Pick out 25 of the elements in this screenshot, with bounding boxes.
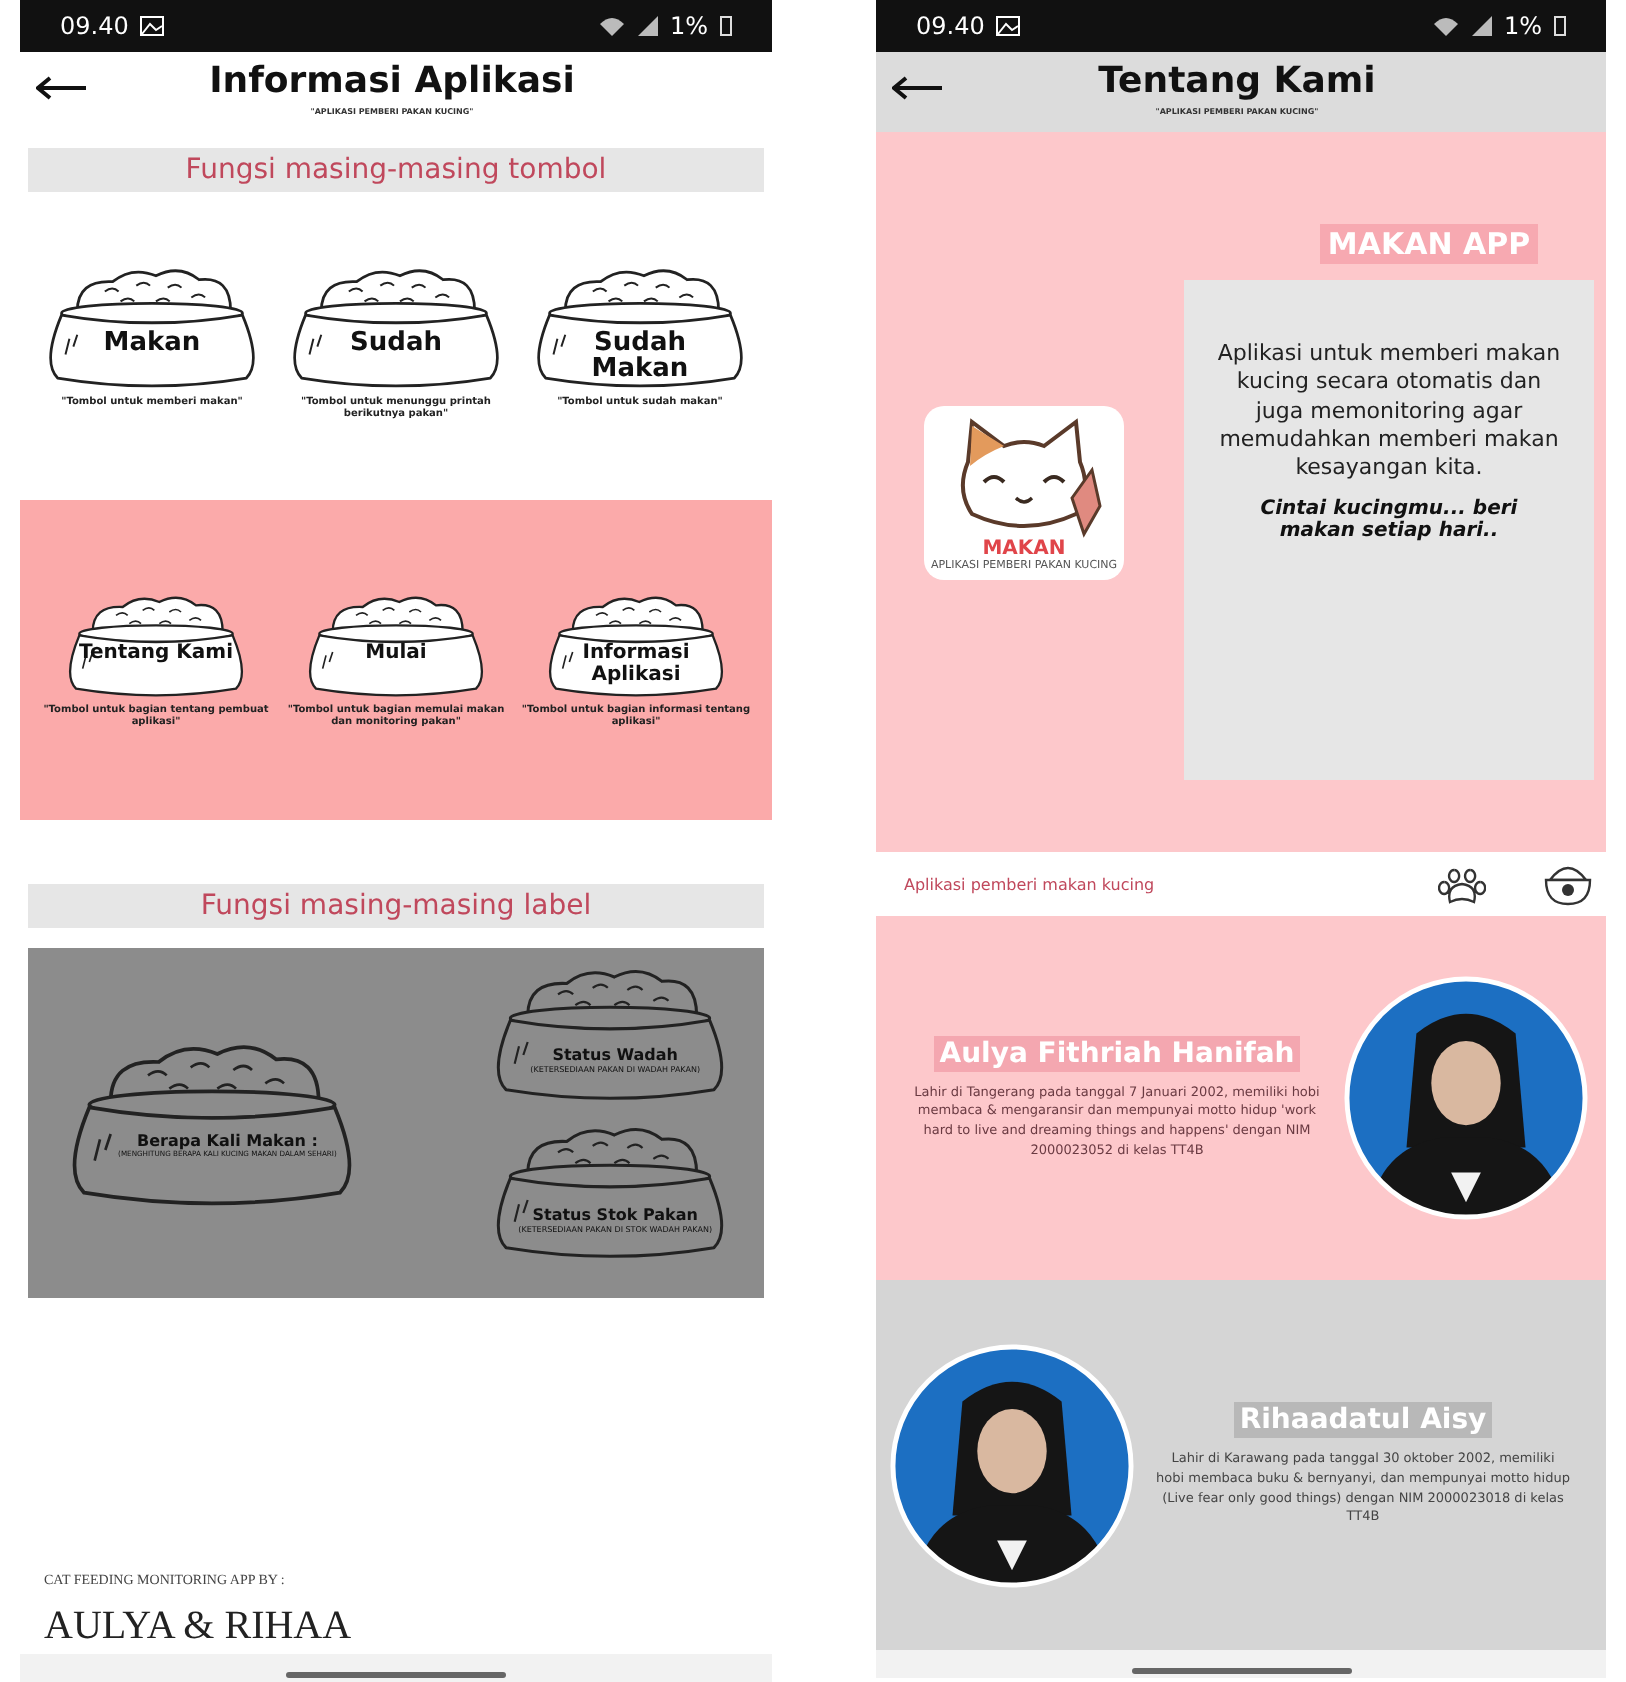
app-heading: MAKAN APP — [1319, 224, 1539, 264]
profile-name: Aulya Fithriah Hanifah — [933, 1035, 1301, 1071]
battery-level: 1% — [1503, 12, 1542, 40]
bowl-label: Makan — [101, 329, 203, 357]
motto-text: Cintai kucingmu... beri makan setiap hari.. — [1258, 498, 1520, 543]
bowl-label: Informasi Aplikasi — [580, 644, 692, 687]
bowl-label: Sudah Makan — [589, 329, 691, 384]
bowl-label: Sudah — [348, 329, 444, 357]
description-text: Aplikasi untuk memberi makan kucing secara otomatis dan juga memonitoring agar memudahkan memberi makan kesayangan kita. — [1215, 340, 1563, 483]
label-title: Status Wadah — [552, 1046, 678, 1065]
label-title: Berapa Kali Makan : — [137, 1131, 318, 1150]
section-heading: Fungsi masing-masing tombol — [28, 148, 764, 192]
screen-title: Tentang Kami — [1098, 60, 1376, 102]
strip-text: Aplikasi pemberi makan kucing — [904, 875, 1157, 893]
section-heading: Fungsi masing-masing label — [28, 883, 764, 928]
bowl-label: Tentang Kami — [76, 644, 236, 666]
profile-name: Rihaadatul Aisy — [1233, 1402, 1493, 1438]
screen-title: Informasi Aplikasi — [209, 60, 575, 102]
battery-level: 1% — [669, 12, 708, 40]
status-time: 09.40 — [916, 12, 985, 40]
label-title: Status Stok Pakan — [532, 1205, 698, 1224]
logo-text: MAKAN — [982, 537, 1066, 559]
status-time: 09.40 — [60, 12, 129, 40]
bowl-label: Mulai — [363, 644, 429, 666]
authors-text: AULYA & RIHAA — [42, 1602, 354, 1652]
